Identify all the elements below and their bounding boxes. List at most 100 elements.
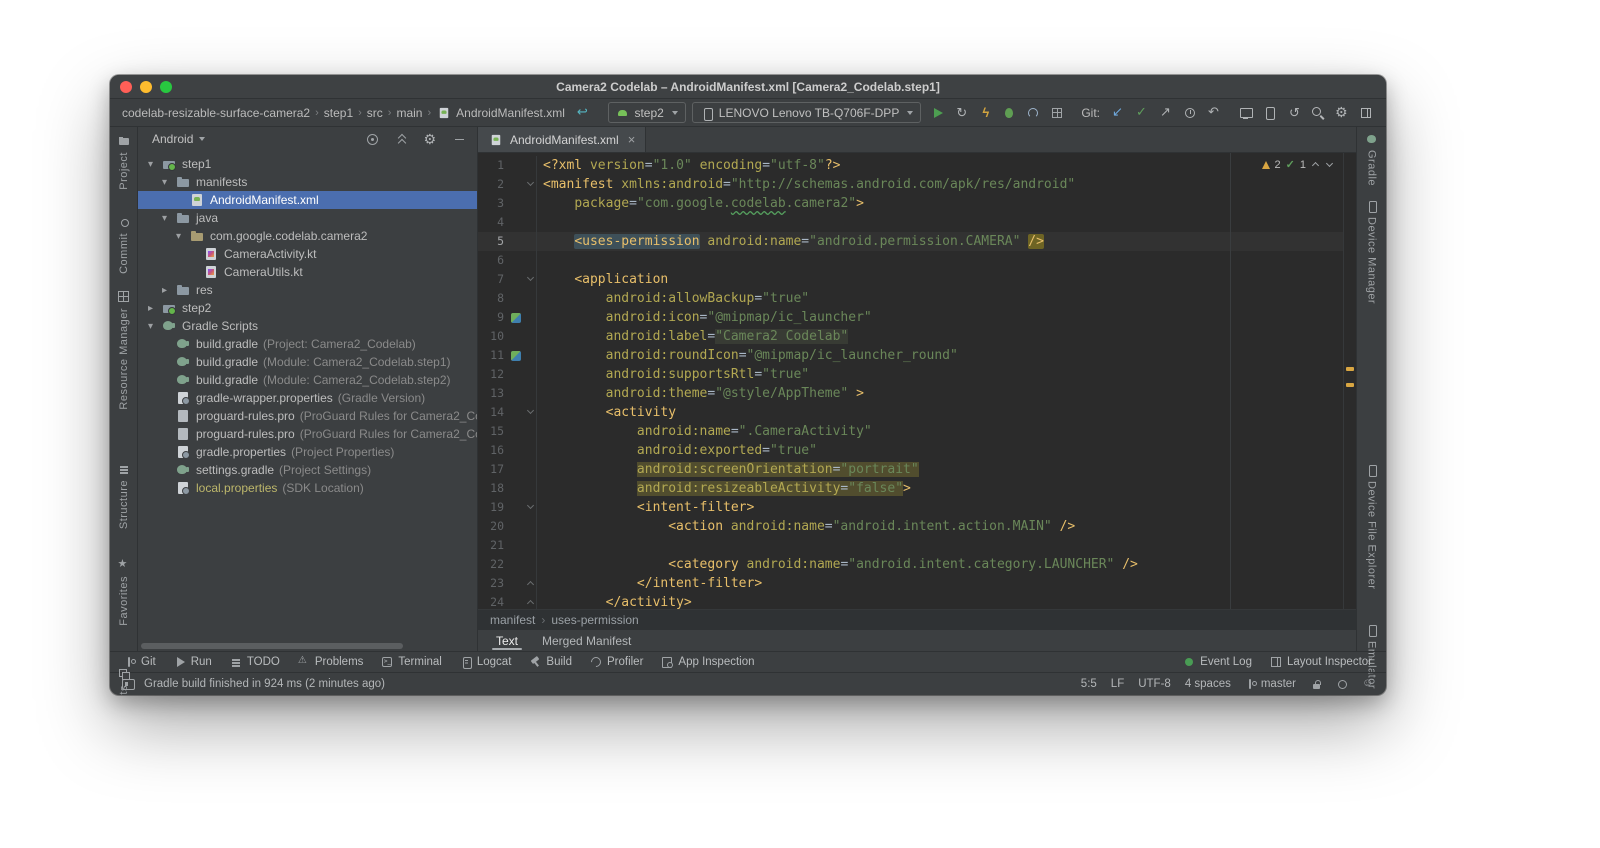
feedback-smiley-icon[interactable] (1362, 677, 1374, 690)
settings-button[interactable] (1332, 103, 1352, 123)
previous-problem-icon[interactable] (1311, 160, 1320, 169)
tree-item-java[interactable]: ▾ java (138, 209, 477, 227)
code-line-11[interactable]: 11 android:roundIcon="@mipmap/ic_launche… (478, 346, 1356, 365)
tree-item-com-google-codelab-camera2[interactable]: ▾ com.google.codelab.camera2 (138, 227, 477, 245)
status-utf-8[interactable]: UTF-8 (1138, 678, 1171, 690)
tree-item-androidmanifest-xml[interactable]: AndroidManifest.xml (138, 191, 477, 209)
run-button[interactable] (927, 103, 947, 123)
tree-item-step2[interactable]: ▸ step2 (138, 299, 477, 317)
breadcrumb-item-src[interactable]: src (365, 106, 385, 120)
tool-stripe-structure[interactable]: Structure (118, 463, 130, 529)
code-line-19[interactable]: 19 <intent-filter> (478, 498, 1356, 517)
code-line-4[interactable]: 4 (478, 213, 1356, 232)
rollback-button[interactable] (1204, 103, 1224, 123)
hide-button[interactable] (449, 129, 469, 149)
tree-chevron-icon[interactable]: ▾ (159, 213, 170, 224)
code-line-10[interactable]: 10 android:label="Camera2 Codelab" (478, 327, 1356, 346)
tool-stripe-gradle[interactable]: Gradle (1366, 133, 1378, 186)
toolwindow-run[interactable]: Run (174, 656, 212, 668)
code-line-17[interactable]: 17 android:screenOrientation="portrait" (478, 460, 1356, 479)
code-line-21[interactable]: 21 (478, 536, 1356, 555)
code-line-7[interactable]: 7 <application (478, 270, 1356, 289)
window-layout-button[interactable] (1356, 103, 1376, 123)
code-line-16[interactable]: 16 android:exported="true" (478, 441, 1356, 460)
tab-androidmanifest-xml[interactable]: AndroidManifest.xml (478, 127, 647, 152)
next-problem-icon[interactable] (1325, 160, 1334, 169)
commit-button[interactable] (1132, 103, 1152, 123)
breadcrumb-item-androidmanifest-xml[interactable]: AndroidManifest.xml (434, 105, 567, 121)
code-line-1[interactable]: 1 <?xml version="1.0" encoding="utf-8"?> (478, 156, 1356, 175)
toolwindow-terminal[interactable]: Terminal (381, 656, 442, 668)
xml-breadcrumb-manifest[interactable]: manifest (490, 613, 535, 627)
tree-item-build-gradle[interactable]: build.gradle (Project: Camera2_Codelab) (138, 335, 477, 353)
toolwindow-layout-inspector[interactable]: Layout Inspector (1270, 656, 1372, 668)
project-view-select[interactable]: Android (152, 132, 193, 146)
fold-marker-icon[interactable] (526, 599, 534, 608)
inspections-widget[interactable]: 2 1 (1261, 158, 1334, 171)
navigate-back-button[interactable] (573, 103, 593, 123)
breadcrumb-item-step1[interactable]: step1 (322, 106, 355, 120)
code-line-18[interactable]: 18 android:resizeableActivity="false"> (478, 479, 1356, 498)
push-button[interactable] (1156, 103, 1176, 123)
tree-item-res[interactable]: ▸ res (138, 281, 477, 299)
history-button[interactable] (1180, 103, 1200, 123)
warning-stripe-mark[interactable] (1346, 383, 1354, 388)
update-project-button[interactable] (1108, 103, 1128, 123)
code-line-2[interactable]: 2 <manifest xmlns:android="http://schemas… (478, 175, 1356, 194)
sync-project-button[interactable] (1284, 103, 1304, 123)
toolwindow-build[interactable]: Build (529, 656, 572, 668)
tool-stripe-resource-manager[interactable]: Resource Manager (117, 290, 130, 409)
code-line-23[interactable]: 23 </intent-filter> (478, 574, 1356, 593)
code-line-8[interactable]: 8 android:allowBackup="true" (478, 289, 1356, 308)
toolwindow-switcher-icon[interactable] (122, 678, 135, 690)
target-device-select[interactable]: LENOVO Lenovo TB-Q706F-DPP (691, 102, 922, 123)
toolwindow-git[interactable]: Git (124, 656, 156, 668)
tree-item-gradle-properties[interactable]: gradle.properties (Project Properties) (138, 443, 477, 461)
settings-button[interactable] (420, 129, 440, 149)
fold-marker-icon[interactable] (526, 580, 534, 589)
code-line-24[interactable]: 24 </activity> (478, 593, 1356, 609)
fold-marker-icon[interactable] (526, 273, 534, 282)
tree-item-settings-gradle[interactable]: settings.gradle (Project Settings) (138, 461, 477, 479)
view-tab-text[interactable]: Text (484, 630, 530, 651)
fold-marker-icon[interactable] (526, 178, 534, 187)
tree-chevron-icon[interactable]: ▾ (159, 177, 170, 188)
fold-marker-icon[interactable] (526, 501, 534, 510)
tree-item-cameraactivity-kt[interactable]: CameraActivity.kt (138, 245, 477, 263)
search-everywhere-button[interactable] (1308, 103, 1328, 123)
highlighting-level-icon[interactable] (1336, 678, 1348, 690)
code-line-22[interactable]: 22 <category android:name="android.inten… (478, 555, 1356, 574)
device-manager-button[interactable] (1236, 103, 1256, 123)
tool-stripe-device-file-explorer[interactable]: Device File Explorer (1366, 464, 1378, 590)
view-tab-merged-manifest[interactable]: Merged Manifest (530, 630, 643, 651)
tree-chevron-icon[interactable]: ▾ (145, 321, 156, 332)
collapse-all-button[interactable] (391, 129, 411, 149)
code-line-14[interactable]: 14 <activity (478, 403, 1356, 422)
close-tab-icon[interactable] (628, 133, 636, 146)
code-editor[interactable]: 1 <?xml version="1.0" encoding="utf-8"?> 2… (478, 153, 1356, 609)
tool-stripe-commit[interactable]: Commit (118, 216, 130, 274)
tree-chevron-icon[interactable]: ▾ (145, 159, 156, 170)
status-4-spaces[interactable]: 4 spaces (1185, 678, 1231, 690)
toolwindow-app-inspection[interactable]: App Inspection (661, 656, 755, 668)
tree-item-proguard-rules-pro[interactable]: proguard-rules.pro (ProGuard Rules for Ca… (138, 407, 477, 425)
tool-stripe-favorites[interactable]: Favorites (118, 557, 130, 626)
xml-breadcrumb-uses-permission[interactable]: uses-permission (551, 613, 638, 627)
tree-chevron-icon[interactable]: ▸ (145, 303, 156, 314)
minimize-window-button[interactable] (140, 81, 152, 93)
run-with-coverage-button[interactable] (1047, 103, 1067, 123)
toolwindow-profiler[interactable]: Profiler (590, 656, 643, 668)
tree-item-gradle-wrapper-properties[interactable]: gradle-wrapper.properties (Gradle Version… (138, 389, 477, 407)
avd-manager-button[interactable] (1260, 103, 1280, 123)
tree-item-step1[interactable]: ▾ step1 (138, 155, 477, 173)
apply-changes-button[interactable] (951, 103, 971, 123)
code-line-12[interactable]: 12 android:supportsRtl="true" (478, 365, 1356, 384)
apply-code-changes-button[interactable] (975, 103, 995, 123)
breadcrumb-item-main[interactable]: main (394, 106, 424, 120)
toolwindow-event-log[interactable]: Event Log (1183, 656, 1252, 668)
error-stripe[interactable] (1343, 153, 1356, 609)
code-line-6[interactable]: 6 (478, 251, 1356, 270)
tree-item-manifests[interactable]: ▾ manifests (138, 173, 477, 191)
toolwindow-problems[interactable]: Problems (298, 655, 364, 668)
fold-marker-icon[interactable] (526, 406, 534, 415)
